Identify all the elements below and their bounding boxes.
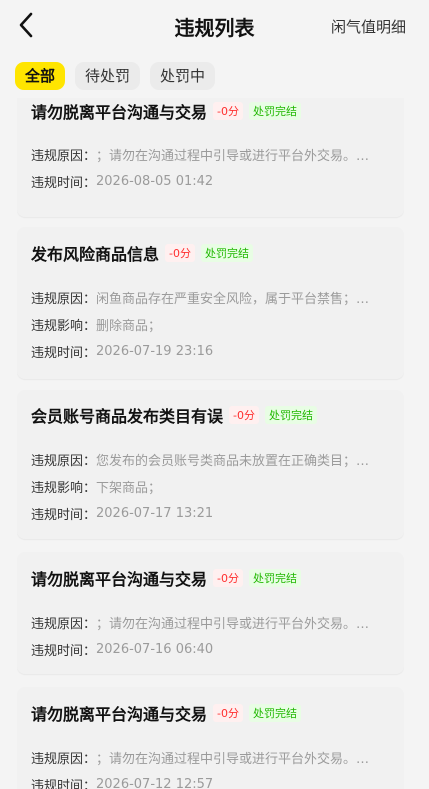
violation-time-row: 违规时间： 2026-07-19 23:16	[31, 341, 391, 361]
status-badge: 处罚完结	[248, 102, 301, 120]
reason-value: 您发布的会员账号类商品未放置在正确类目；…	[96, 453, 370, 469]
violation-card[interactable]: 请勿脱离平台沟通与交易 -0分 处罚完结 违规原因： ；请勿在沟通过程中引导或进…	[17, 687, 404, 789]
score-badge: -0分	[229, 406, 259, 424]
violation-time-row: 违规时间： 2026-08-05 01:42	[31, 171, 391, 191]
violation-title: 请勿脱离平台沟通与交易	[31, 103, 208, 122]
violation-list[interactable]: 请勿脱离平台沟通与交易 -0分 处罚完结 违规原因： ；请勿在沟通过程中引导或进…	[17, 98, 404, 789]
time-value: 2026-07-12 12:57	[96, 776, 214, 789]
violation-title-row: 请勿脱离平台沟通与交易 -0分 处罚完结	[31, 99, 301, 123]
violation-title-row: 发布风险商品信息 -0分 处罚完结	[31, 241, 253, 265]
xianqi-detail-link[interactable]: 闲气值明细	[331, 16, 406, 37]
reason-value: ；请勿在沟通过程中引导或进行平台外交易。…	[96, 616, 370, 632]
status-badge: 处罚完结	[200, 244, 253, 262]
violation-reason-row: 违规原因： 您发布的会员账号类商品未放置在正确类目；…	[31, 449, 391, 469]
reason-label: 违规原因：	[31, 751, 97, 767]
tab-penalizing[interactable]: 处罚中	[150, 62, 216, 90]
violation-title-row: 会员账号商品发布类目有误 -0分 处罚完结	[31, 403, 317, 427]
violation-reason-row: 违规原因： ；请勿在沟通过程中引导或进行平台外交易。…	[31, 747, 391, 767]
violation-title: 会员账号商品发布类目有误	[31, 407, 224, 426]
violation-time-row: 违规时间： 2026-07-12 12:57	[31, 774, 391, 789]
violation-title: 请勿脱离平台沟通与交易	[31, 705, 208, 724]
score-badge: -0分	[213, 704, 243, 722]
violation-title: 请勿脱离平台沟通与交易	[31, 570, 208, 589]
top-header: 违规列表 闲气值明细	[0, 0, 429, 52]
violation-title-row: 请勿脱离平台沟通与交易 -0分 处罚完结	[31, 701, 301, 725]
status-badge: 处罚完结	[264, 406, 317, 424]
reason-label: 违规原因：	[31, 453, 97, 469]
time-value: 2026-07-16 06:40	[96, 641, 214, 657]
time-value: 2026-08-05 01:42	[96, 173, 214, 189]
impact-label: 违规影响：	[31, 318, 97, 334]
violation-reason-row: 违规原因： ；请勿在沟通过程中引导或进行平台外交易。…	[31, 612, 391, 632]
reason-value: ；请勿在沟通过程中引导或进行平台外交易。…	[96, 148, 370, 164]
violation-card[interactable]: 请勿脱离平台沟通与交易 -0分 处罚完结 违规原因： ；请勿在沟通过程中引导或进…	[17, 98, 404, 217]
filter-tabs: 全部 待处罚 处罚中	[15, 62, 216, 92]
impact-value: 下架商品；	[96, 480, 162, 496]
tab-pending-penalty[interactable]: 待处罚	[75, 62, 141, 90]
status-badge: 处罚完结	[248, 704, 301, 722]
violation-title: 发布风险商品信息	[31, 245, 160, 264]
score-badge: -0分	[213, 569, 243, 587]
status-badge: 处罚完结	[248, 569, 301, 587]
reason-value: 闲鱼商品存在严重安全风险，属于平台禁售；…	[96, 291, 370, 307]
violation-impact-row: 违规影响： 下架商品；	[31, 476, 391, 496]
violation-title-row: 请勿脱离平台沟通与交易 -0分 处罚完结	[31, 566, 301, 590]
violation-reason-row: 违规原因： ；请勿在沟通过程中引导或进行平台外交易。…	[31, 144, 391, 164]
score-badge: -0分	[213, 102, 243, 120]
violation-card[interactable]: 会员账号商品发布类目有误 -0分 处罚完结 违规原因： 您发布的会员账号类商品未…	[17, 390, 404, 539]
reason-value: ；请勿在沟通过程中引导或进行平台外交易。…	[96, 751, 370, 767]
impact-value: 删除商品；	[96, 318, 162, 334]
violation-time-row: 违规时间： 2026-07-17 13:21	[31, 503, 391, 523]
violation-impact-row: 违规影响： 删除商品；	[31, 314, 391, 334]
violation-card[interactable]: 发布风险商品信息 -0分 处罚完结 违规原因： 闲鱼商品存在严重安全风险，属于平…	[17, 227, 404, 379]
time-label: 违规时间：	[31, 643, 97, 659]
violation-card[interactable]: 请勿脱离平台沟通与交易 -0分 处罚完结 违规原因： ；请勿在沟通过程中引导或进…	[17, 552, 404, 674]
reason-label: 违规原因：	[31, 148, 97, 164]
score-badge: -0分	[165, 244, 195, 262]
time-value: 2026-07-19 23:16	[96, 343, 214, 359]
violation-reason-row: 违规原因： 闲鱼商品存在严重安全风险，属于平台禁售；…	[31, 287, 391, 307]
reason-label: 违规原因：	[31, 291, 97, 307]
time-label: 违规时间：	[31, 507, 97, 523]
tab-all[interactable]: 全部	[15, 62, 66, 90]
reason-label: 违规原因：	[31, 616, 97, 632]
impact-label: 违规影响：	[31, 480, 97, 496]
time-label: 违规时间：	[31, 778, 97, 789]
time-label: 违规时间：	[31, 345, 97, 361]
violation-time-row: 违规时间： 2026-07-16 06:40	[31, 639, 391, 659]
time-value: 2026-07-17 13:21	[96, 505, 214, 521]
time-label: 违规时间：	[31, 175, 97, 191]
